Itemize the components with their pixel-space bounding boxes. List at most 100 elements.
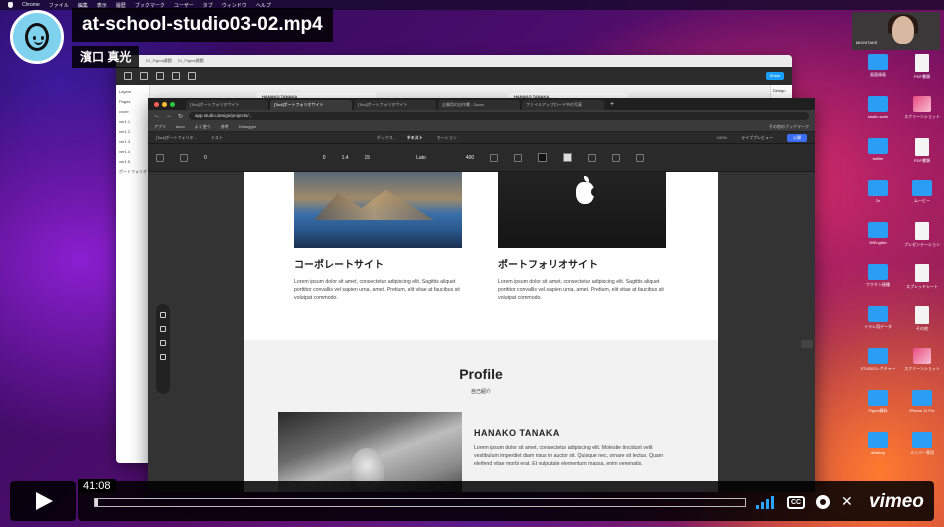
text-color-swatch[interactable] xyxy=(538,153,548,162)
profile-subheading[interactable]: 自己紹介 xyxy=(244,388,718,395)
image-icon[interactable] xyxy=(636,153,645,162)
vimeo-logo[interactable]: vimeo xyxy=(869,491,924,513)
desktop-icon-doc[interactable]: スプレッドシート xyxy=(902,264,942,289)
publish-button[interactable]: 公開 xyxy=(787,133,807,142)
layer-item[interactable]: ver1.4 xyxy=(119,149,146,154)
bookmark-item[interactable]: アプリ xyxy=(154,124,166,130)
panel-toggle-icon[interactable] xyxy=(801,340,813,348)
profile-text[interactable]: Lorem ipsum dolor sit amet, consectetur … xyxy=(474,444,674,468)
bookmark-item[interactable]: よく使う xyxy=(195,124,211,130)
letter-spacing-icon[interactable] xyxy=(490,153,499,162)
desktop-icon-folder[interactable]: 画面録画 xyxy=(858,54,898,77)
profile-photo[interactable] xyxy=(278,412,462,492)
desktop-icon-folder[interactable]: 2x xyxy=(858,180,898,203)
desktop-icon-folder[interactable]: STUDIOレクチャー xyxy=(858,348,898,371)
live-preview-button[interactable]: ライブプレビュー xyxy=(741,135,773,141)
video-author[interactable]: 濱口 真光 xyxy=(72,46,140,68)
desktop-icon-folder[interactable]: 99English xyxy=(858,222,898,245)
browser-tab[interactable]: ファイルアップロード中の写真 xyxy=(522,100,604,110)
apple-icon[interactable] xyxy=(8,2,13,8)
card-title[interactable]: コーポレートサイト xyxy=(294,256,384,271)
layer-item[interactable]: ver1.3 xyxy=(119,139,146,144)
studio-tab[interactable]: テスト xyxy=(211,135,223,141)
desktop-icon-folder[interactable]: メンバー専用 xyxy=(902,432,942,455)
text-tool-icon[interactable] xyxy=(160,340,166,346)
figma-tab[interactable]: 01_Figma課題 xyxy=(178,58,204,64)
move-tool-icon[interactable] xyxy=(124,72,132,80)
new-tab-button[interactable]: + xyxy=(606,100,616,110)
card-text[interactable]: Lorem ipsum dolor sit amet, consectetur … xyxy=(498,278,668,302)
zoom-level[interactable]: 100% xyxy=(717,135,727,140)
studio-tab-active[interactable]: テキスト xyxy=(407,135,423,141)
browser-tab-active[interactable]: [Tool]ポートフォリオサイト xyxy=(270,100,352,110)
text-decoration-icon[interactable] xyxy=(514,153,523,162)
profile-name[interactable]: HANAKO TANAKA xyxy=(474,428,560,438)
volume-icon[interactable] xyxy=(756,495,776,509)
profile-heading[interactable]: Profile xyxy=(244,366,718,382)
x-value[interactable]: 0 xyxy=(323,155,326,161)
studio-tab[interactable]: モーション xyxy=(437,135,457,141)
share-button[interactable]: Share xyxy=(766,72,784,80)
desktop-icon-doc[interactable]: その他 xyxy=(902,306,942,331)
desktop-icon-folder[interactable]: ムービー xyxy=(902,180,942,203)
desktop-icon-doc[interactable]: PDF書類 xyxy=(902,54,942,79)
desktop-icon-doc[interactable]: PDF書類 xyxy=(902,138,942,163)
bookmark-item[interactable]: 参考 xyxy=(221,124,229,130)
bookmark-item[interactable]: Debugger xyxy=(239,124,257,129)
bookmark-item[interactable]: kono xyxy=(176,124,185,129)
forward-icon[interactable]: → xyxy=(166,113,172,119)
pen-tool-icon[interactable] xyxy=(172,72,180,80)
desktop-icon-folder[interactable]: ワクチン接種 xyxy=(858,264,898,287)
page-canvas[interactable]: コーポレートサイト ポートフォリオサイト Lorem ipsum dolor s… xyxy=(244,172,718,492)
layer-item[interactable]: ver1.1 xyxy=(119,119,146,124)
captions-icon[interactable]: CC xyxy=(787,495,805,509)
figma-tab[interactable]: 01_Figma課題 xyxy=(146,58,172,64)
close-window-icon[interactable] xyxy=(154,102,159,107)
studio-canvas-area[interactable]: コーポレートサイト ポートフォリオサイト Lorem ipsum dolor s… xyxy=(148,172,815,492)
layer-item[interactable]: cover xyxy=(119,109,146,114)
heart-icon[interactable] xyxy=(160,354,166,360)
desktop-icon-folder[interactable]: desktop xyxy=(858,432,898,455)
browser-tab[interactable]: 企業用の自作書 - Zoom xyxy=(438,100,520,110)
desktop-icon-folder[interactable]: twitter xyxy=(858,138,898,161)
studio-tab[interactable]: ボックス xyxy=(377,135,393,141)
bookmark-item[interactable]: その他のブックマーク xyxy=(769,124,809,130)
font-size-value[interactable]: 15 xyxy=(365,155,371,161)
font-weight-value[interactable]: 400 xyxy=(466,155,474,161)
design-panel-title[interactable]: Design xyxy=(773,88,785,93)
studio-page-name[interactable]: [Tool]ポートフォリオ... xyxy=(156,135,197,141)
desktop-icon-folder[interactable]: iPhone 11 Pro xyxy=(902,390,942,413)
desktop-icon-pic[interactable]: スクリーンショット xyxy=(902,96,942,119)
align-left-icon[interactable] xyxy=(156,153,164,162)
corporate-card-image[interactable] xyxy=(294,172,462,248)
frame-tool-icon[interactable] xyxy=(140,72,148,80)
portfolio-card-image[interactable] xyxy=(498,172,666,248)
fullscreen-icon[interactable] xyxy=(841,493,854,510)
shape-tool-icon[interactable] xyxy=(156,72,164,80)
layer-item[interactable]: ポートフォリオ xyxy=(119,169,147,175)
browser-tab[interactable]: [Tool]ポートフォリオサイト xyxy=(354,100,436,110)
text-tool-icon[interactable] xyxy=(188,72,196,80)
reload-icon[interactable]: ↻ xyxy=(178,113,183,120)
progress-bar[interactable] xyxy=(94,498,746,507)
menu-item-app[interactable]: Chrome xyxy=(22,2,40,8)
maximize-window-icon[interactable] xyxy=(170,102,175,107)
desktop-icon-pic[interactable]: スクリーンショット xyxy=(902,348,942,371)
align-center-icon[interactable] xyxy=(180,153,188,162)
card-title[interactable]: ポートフォリオサイト xyxy=(498,256,598,271)
desktop-icon-folder[interactable]: Figma資料 xyxy=(858,390,898,413)
x-value[interactable]: 0 xyxy=(204,155,207,161)
font-family-value[interactable]: Lato xyxy=(416,155,426,161)
chrome-window[interactable]: [Tool]ポートフォリオサイト [Tool]ポートフォリオサイト [Tool]… xyxy=(148,98,815,492)
desktop-icon-folder[interactable]: イラレ用データ xyxy=(858,306,898,329)
list-icon[interactable] xyxy=(612,153,621,162)
box-tool-icon[interactable] xyxy=(160,312,166,318)
back-icon[interactable]: ← xyxy=(154,113,160,119)
menu-item-file[interactable]: ファイル xyxy=(49,2,69,9)
url-input[interactable]: app.studio.design/projects/... xyxy=(189,112,809,120)
settings-gear-icon[interactable] xyxy=(816,495,830,509)
image-tool-icon[interactable] xyxy=(160,326,166,332)
layer-item[interactable]: ver1.2 xyxy=(119,129,146,134)
card-text[interactable]: Lorem ipsum dolor sit amet, consectetur … xyxy=(294,278,464,302)
play-button[interactable] xyxy=(10,481,76,521)
